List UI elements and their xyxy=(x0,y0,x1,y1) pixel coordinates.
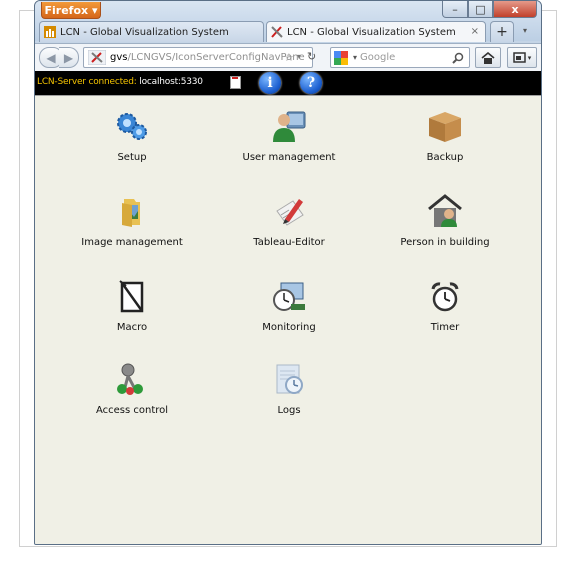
keys-icon xyxy=(117,363,143,395)
forward-arrow-icon: ▶ xyxy=(63,50,74,65)
menu-tile-person-in-building[interactable]: Person in building xyxy=(375,193,515,263)
url-domain: gvs xyxy=(110,52,128,63)
search-bar[interactable]: ▾ Google xyxy=(330,47,470,68)
menu-label: Logs xyxy=(277,405,301,416)
minimize-button[interactable]: – xyxy=(442,1,468,18)
menu-label: Person in building xyxy=(400,237,490,248)
url-bar[interactable]: gvs/LCNGVS/IconServerConfigNavPane xyxy=(83,47,313,68)
menu-tile-timer[interactable]: Timer xyxy=(375,278,515,348)
lcn-favicon-icon xyxy=(44,26,56,38)
lcn-x-favicon-icon xyxy=(271,26,283,38)
new-tab-button[interactable]: + xyxy=(490,21,514,42)
user-icon xyxy=(273,111,306,142)
server-host: localhost:5330 xyxy=(139,77,203,87)
reload-icon[interactable]: ↻ xyxy=(307,50,316,63)
menu-tile-logs[interactable]: Logs xyxy=(219,361,359,431)
google-engine-icon xyxy=(334,50,348,65)
home-icon xyxy=(481,51,495,64)
tab-gvs-2[interactable]: LCN - Global Visualization System × xyxy=(266,21,486,42)
house-person-icon xyxy=(428,194,462,227)
connection-label: LCN-Server connected: xyxy=(37,77,137,87)
addon-dropdown-icon: ▾ xyxy=(527,53,532,62)
url-dropdown-icon[interactable]: ▾ xyxy=(297,52,301,61)
window-icon xyxy=(512,51,526,63)
firefox-menu-button[interactable]: Firefox ▾ xyxy=(41,2,101,19)
tab-label: LCN - Global Visualization System xyxy=(60,26,229,38)
close-button[interactable]: x xyxy=(493,1,537,18)
menu-label: Access control xyxy=(95,405,169,416)
menu-tile-user-management[interactable]: User management xyxy=(219,108,359,178)
menu-tile-backup[interactable]: Backup xyxy=(375,108,515,178)
title-bar: Firefox ▾ – □ x LCN - Global Visualizati… xyxy=(35,1,541,43)
macro-icon xyxy=(119,280,144,313)
addon-button[interactable]: ▾ xyxy=(507,47,537,68)
forward-button[interactable]: ▶ xyxy=(59,47,79,68)
alarm-clock-icon xyxy=(431,282,459,312)
box-icon xyxy=(429,112,461,142)
menu-tile-image-management[interactable]: Image management xyxy=(62,193,202,263)
home-button[interactable] xyxy=(475,47,501,68)
engine-dropdown-icon[interactable]: ▾ xyxy=(353,53,357,62)
menu-label: User management xyxy=(242,152,336,163)
menu-tile-access-control[interactable]: Access control xyxy=(62,361,202,431)
menu-label: Macro xyxy=(116,322,148,333)
help-button[interactable]: ? xyxy=(300,72,322,94)
lcn-status-bar: LCN-Server connected: localhost:5330 i ? xyxy=(35,71,541,95)
folder-icon xyxy=(122,199,140,227)
search-icon[interactable] xyxy=(452,52,464,64)
tab-gvs-1[interactable]: LCN - Global Visualization System xyxy=(39,21,264,42)
menu-tile-monitoring[interactable]: Monitoring xyxy=(219,278,359,348)
menu-label: Setup xyxy=(117,152,147,163)
menu-tile-setup[interactable]: Setup xyxy=(62,108,202,178)
monitoring-icon xyxy=(273,282,305,311)
server-doc-icon[interactable] xyxy=(230,76,241,89)
menu-tile-macro[interactable]: Macro xyxy=(62,278,202,348)
browser-window: Firefox ▾ – □ x LCN - Global Visualizati… xyxy=(34,0,542,545)
site-identity-icon xyxy=(88,50,106,65)
url-path: /LCNGVS/IconServerConfigNavPane xyxy=(127,52,305,63)
search-placeholder: Google xyxy=(360,52,396,63)
navigation-toolbar: ◀ ▶ gvs/LCNGVS/IconServerConfigNavPane ☆… xyxy=(35,43,541,71)
menu-tile-tableau-editor[interactable]: Tableau-Editor xyxy=(219,193,359,263)
tab-strip: LCN - Global Visualization System LCN - … xyxy=(39,21,537,43)
window-controls: – □ x xyxy=(442,1,537,19)
menu-label: Monitoring xyxy=(262,322,316,333)
tab-close-icon[interactable]: × xyxy=(471,26,479,37)
menu-label: Image management xyxy=(81,237,183,248)
back-arrow-icon: ◀ xyxy=(46,50,56,65)
tab-list-chevron-icon[interactable]: ▾ xyxy=(523,26,527,35)
bookmark-star-icon[interactable]: ☆ xyxy=(284,51,294,64)
config-nav-pane: Setup User management Backup Image manag… xyxy=(35,95,541,544)
gears-icon xyxy=(117,113,147,140)
pencil-icon xyxy=(276,199,304,226)
connection-status: LCN-Server connected: localhost:5330 xyxy=(37,77,203,87)
menu-label: Timer xyxy=(430,322,460,333)
menu-label: Backup xyxy=(426,152,464,163)
maximize-button[interactable]: □ xyxy=(468,1,493,18)
logs-icon xyxy=(276,364,303,394)
menu-label: Tableau-Editor xyxy=(253,237,325,248)
tab-label: LCN - Global Visualization System xyxy=(287,26,456,38)
info-button[interactable]: i xyxy=(259,72,281,94)
